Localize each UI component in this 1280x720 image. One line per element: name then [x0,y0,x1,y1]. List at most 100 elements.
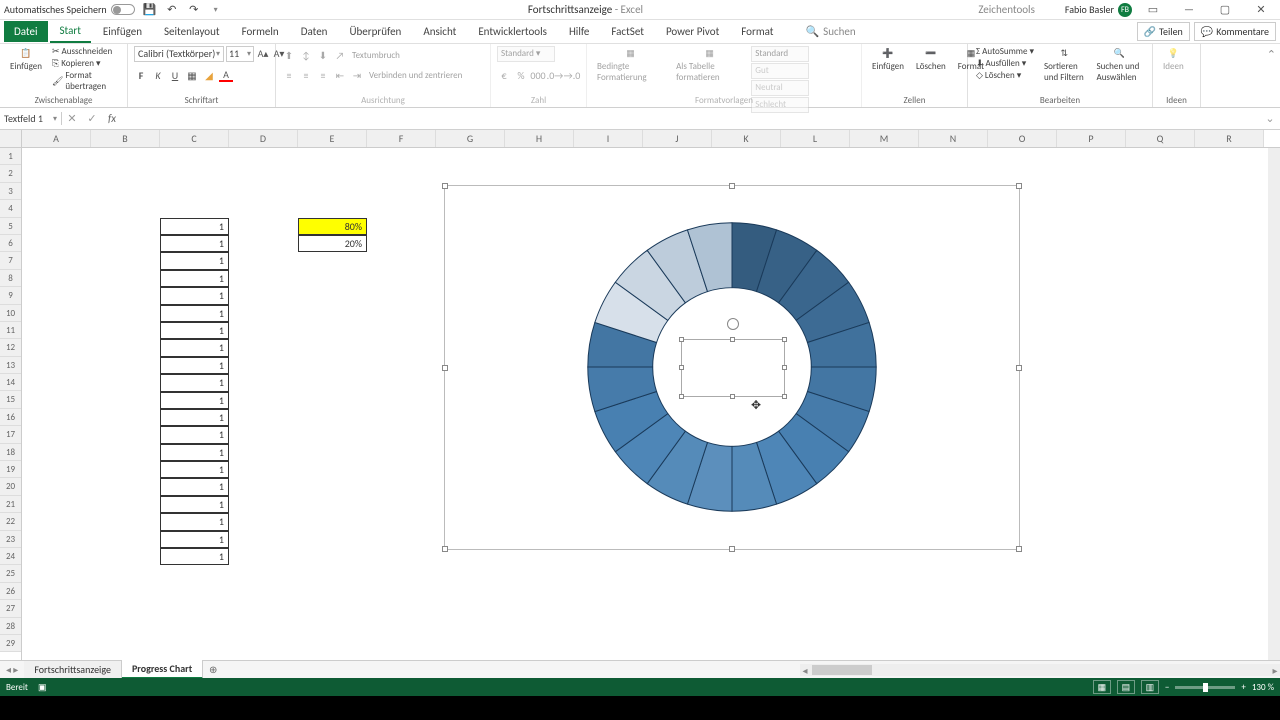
merge-button[interactable]: Verbinden und zentrieren [367,68,464,82]
cell[interactable]: 1 [160,426,229,443]
indent-inc-icon[interactable]: ⇥ [350,68,364,82]
align-left-icon[interactable]: ≡ [282,68,296,82]
row-header[interactable]: 3 [0,183,21,200]
cell[interactable]: 1 [160,322,229,339]
dec-decimal-icon[interactable]: →.0 [565,68,579,82]
collapse-ribbon-icon[interactable]: ⌃ [1263,44,1280,107]
cell-highlighted[interactable]: 80% [298,218,367,235]
cell[interactable]: 1 [160,531,229,548]
column-header[interactable]: G [436,130,505,147]
row-header[interactable]: 13 [0,357,21,374]
cell[interactable]: 1 [160,357,229,374]
column-header[interactable]: L [781,130,850,147]
rotate-handle-icon[interactable] [727,318,739,330]
cell[interactable]: 1 [160,409,229,426]
row-header[interactable]: 2 [0,165,21,182]
redo-icon[interactable]: ↷ [187,3,201,17]
conditional-formatting-button[interactable]: ▦Bedingte Formatierung [593,46,668,85]
column-header[interactable]: K [712,130,781,147]
tab-pagelayout[interactable]: Seitenlayout [154,21,230,42]
normal-view-icon[interactable]: ▦ [1093,680,1111,694]
style-gut[interactable]: Gut [751,63,809,79]
cell[interactable]: 1 [160,218,229,235]
tab-developer[interactable]: Entwicklertools [468,21,557,42]
row-header[interactable]: 23 [0,531,21,548]
sheet-nav[interactable]: ◂ ▸ [0,663,24,676]
align-middle-icon[interactable]: ↕ [299,48,313,62]
zoom-out-icon[interactable]: − [1165,682,1169,693]
row-header[interactable]: 22 [0,513,21,530]
align-top-icon[interactable]: ⬆ [282,48,296,62]
cut-button[interactable]: ✂ Ausschneiden [50,46,121,57]
qat-customize-icon[interactable]: ▾ [209,3,223,17]
bold-button[interactable]: F [134,68,148,82]
column-header[interactable]: N [919,130,988,147]
insert-cells-button[interactable]: ➕Einfügen [868,46,908,74]
cell[interactable]: 1 [160,270,229,287]
tab-help[interactable]: Hilfe [559,21,599,42]
cell[interactable]: 1 [160,235,229,252]
align-bottom-icon[interactable]: ⬇ [316,48,330,62]
row-header[interactable]: 6 [0,235,21,252]
number-format-select[interactable]: Standard ▾ [497,46,555,62]
tell-me-search[interactable]: 🔍 Suchen [805,25,855,38]
tab-start[interactable]: Start [50,20,91,43]
align-right-icon[interactable]: ≡ [316,68,330,82]
cell[interactable]: 1 [160,374,229,391]
row-header[interactable]: 12 [0,339,21,356]
column-header[interactable]: A [22,130,91,147]
column-header[interactable]: J [643,130,712,147]
row-header[interactable]: 5 [0,218,21,235]
tab-data[interactable]: Daten [291,21,338,42]
column-header[interactable]: P [1057,130,1126,147]
column-header[interactable]: Q [1126,130,1195,147]
row-header[interactable]: 16 [0,409,21,426]
comments-button[interactable]: 💬 Kommentare [1194,22,1276,41]
tab-file[interactable]: Datei [4,21,48,42]
column-header[interactable]: C [160,130,229,147]
orientation-icon[interactable]: ↗ [333,48,347,62]
expand-formula-bar-icon[interactable]: ⌄ [1260,112,1280,125]
row-header[interactable]: 11 [0,322,21,339]
delete-cells-button[interactable]: ➖Löschen [912,46,950,74]
zoom-in-icon[interactable]: + [1241,682,1245,693]
row-header[interactable]: 10 [0,305,21,322]
horizontal-scrollbar[interactable]: ◂▸ [800,664,1280,676]
ideas-button[interactable]: 💡Ideen [1159,46,1188,74]
comma-icon[interactable]: 000 [531,68,545,82]
italic-button[interactable]: K [151,68,165,82]
format-as-table-button[interactable]: ▦Als Tabelle formatieren [672,46,747,85]
row-header[interactable]: 9 [0,287,21,304]
cell[interactable]: 1 [160,252,229,269]
column-header[interactable]: O [988,130,1057,147]
font-color-button[interactable]: A [219,68,233,82]
format-painter-button[interactable]: 🖌 Format übertragen [50,70,121,92]
indent-dec-icon[interactable]: ⇤ [333,68,347,82]
row-header[interactable]: 14 [0,374,21,391]
font-name-select[interactable]: Calibri (Textkörper)▾ [134,46,224,62]
tab-insert[interactable]: Einfügen [93,21,152,42]
cell[interactable]: 1 [160,461,229,478]
column-header[interactable]: M [850,130,919,147]
name-box[interactable]: Textfeld 1▾ [0,112,62,125]
tab-format[interactable]: Format [731,21,783,42]
page-break-view-icon[interactable]: ▥ [1141,680,1159,694]
row-header[interactable]: 15 [0,391,21,408]
zoom-level[interactable]: 130 % [1252,682,1274,693]
sort-filter-button[interactable]: ⇅Sortieren und Filtern [1040,46,1088,85]
percent-icon[interactable]: % [514,68,528,82]
close-button[interactable]: ✕ [1246,0,1276,20]
column-header[interactable]: I [574,130,643,147]
select-all-corner[interactable] [0,130,21,148]
cell[interactable]: 20% [298,235,367,252]
cell[interactable]: 1 [160,478,229,495]
fill-button[interactable]: ⬇ Ausfüllen ▾ [974,58,1036,69]
tab-review[interactable]: Überprüfen [339,21,411,42]
column-header[interactable]: B [91,130,160,147]
row-header[interactable]: 17 [0,426,21,443]
row-header[interactable]: 25 [0,565,21,582]
border-button[interactable]: ▦ [185,68,199,82]
sheet-tab-2[interactable]: Progress Chart [122,660,203,679]
add-sheet-button[interactable]: ⊕ [203,663,223,676]
style-neutral[interactable]: Neutral [751,80,809,96]
